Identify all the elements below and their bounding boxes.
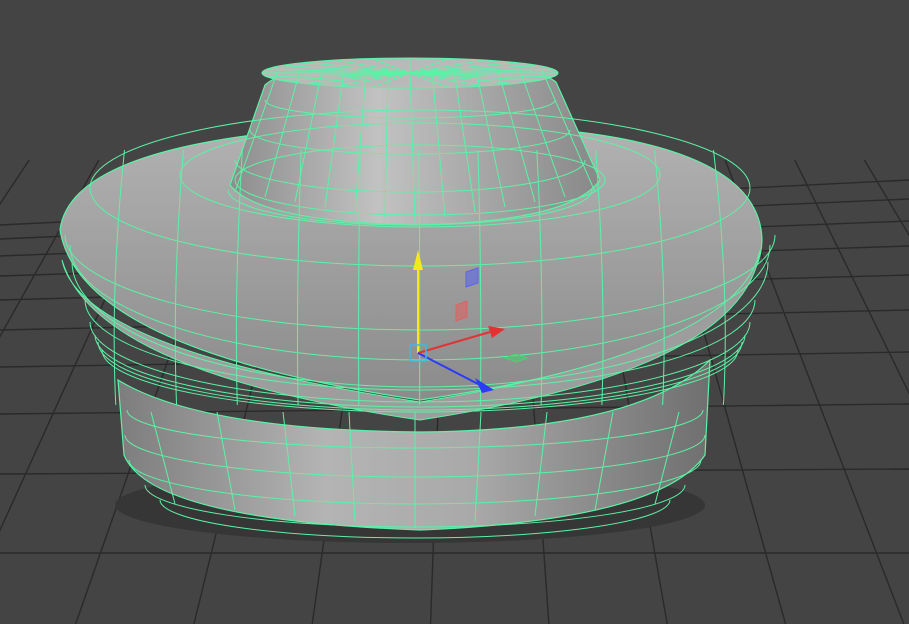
- 3d-viewport[interactable]: [0, 0, 909, 624]
- grid-line: [863, 159, 909, 237]
- yz-plane-handle: [455, 300, 468, 322]
- grid-line: [0, 159, 30, 206]
- grid-line: [794, 159, 909, 395]
- scene-canvas[interactable]: [0, 0, 909, 624]
